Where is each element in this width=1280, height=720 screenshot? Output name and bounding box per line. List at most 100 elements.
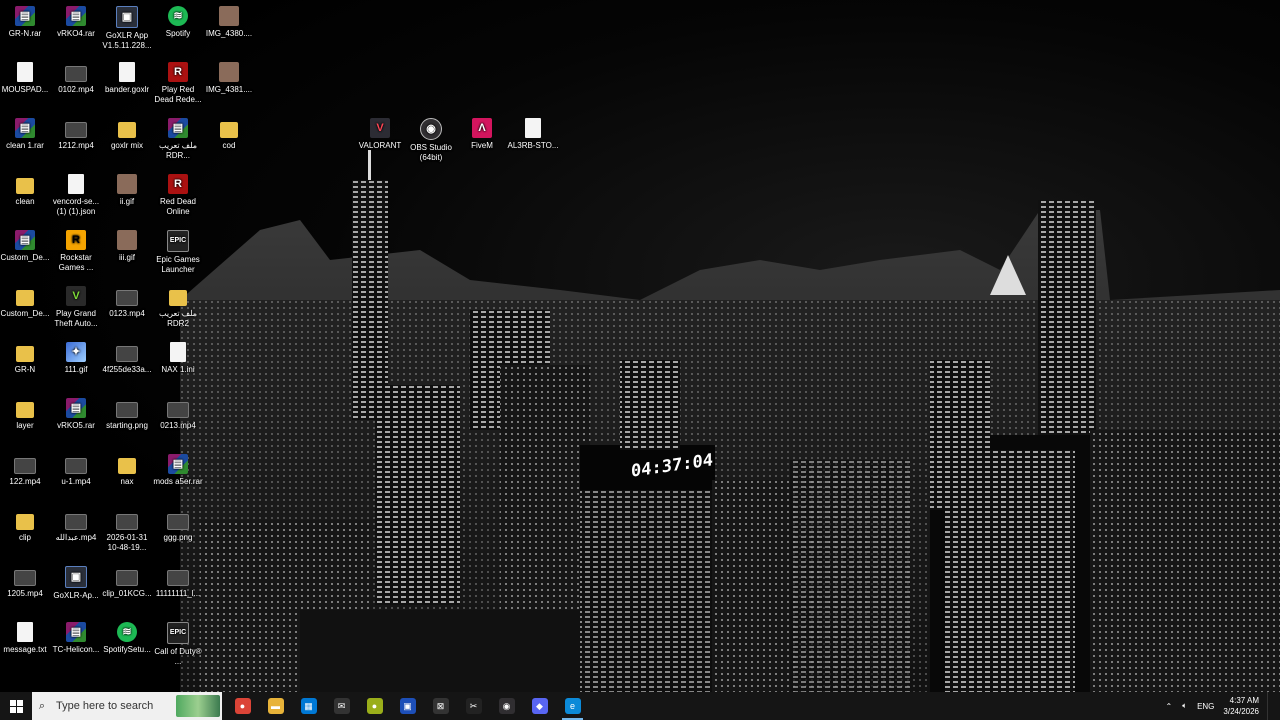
taskbar-capcut-button[interactable]: ✂ <box>457 692 490 720</box>
desktop-icon[interactable]: 0123.mp4 <box>101 282 153 319</box>
desktop-icon[interactable]: ▤ clean 1.rar <box>0 114 51 151</box>
taskbar-file-explorer-button[interactable]: ▬ <box>259 692 292 720</box>
taskbar-app-green-button[interactable]: ● <box>358 692 391 720</box>
desktop-icon[interactable]: R Rockstar Games ... <box>50 226 102 273</box>
desktop-icon[interactable]: starting.png <box>101 394 153 431</box>
desktop-icon[interactable]: Custom_De... <box>0 282 51 319</box>
folder-file-icon <box>220 122 238 138</box>
desktop-icon-label: GR-N <box>14 365 36 374</box>
desktop-icon-label: GoXLR App V1.5.11.228... <box>102 31 152 50</box>
desktop-icon[interactable]: clip <box>0 506 51 543</box>
taskbar-app-blue-button[interactable]: ▣ <box>391 692 424 720</box>
desktop-icon[interactable]: ≋ SpotifySetu... <box>101 618 153 655</box>
desktop-icon[interactable]: Λ FiveM <box>456 114 508 151</box>
vid-file-icon <box>116 402 138 418</box>
mail-icon: ✉ <box>333 698 350 714</box>
desktop-icon[interactable]: bander.goxlr <box>101 58 153 95</box>
desktop-icon[interactable]: ii.gif <box>101 170 153 207</box>
desktop-icon[interactable]: ▤ Custom_De... <box>0 226 51 263</box>
taskbar-mail-button[interactable]: ✉ <box>325 692 358 720</box>
desktop-icon[interactable]: ملف تعريب RDR2 <box>152 282 204 329</box>
desktop-icon[interactable]: nax <box>101 450 153 487</box>
taskbar-chrome-button[interactable]: ● <box>226 692 259 720</box>
desktop-icon[interactable]: 1205.mp4 <box>0 562 51 599</box>
desktop-icon[interactable]: u-1.mp4 <box>50 450 102 487</box>
rar-file-icon: ▤ <box>66 622 86 642</box>
desktop-icon[interactable]: 1212.mp4 <box>50 114 102 151</box>
desktop-icon-label: vencord-se... (1) (1).json <box>52 197 100 216</box>
desktop-icon[interactable]: R Play Red Dead Rede... <box>152 58 204 105</box>
desktop-icon-label: IMG_4381.... <box>205 85 253 94</box>
desktop-icon[interactable]: 11111111_l... <box>152 562 204 599</box>
desktop-icon[interactable]: ▤ mods a5er.rar <box>152 450 204 487</box>
desktop-icon[interactable]: ▤ vRKO4.rar <box>50 2 102 39</box>
desktop-icon[interactable]: ▤ GR-N.rar <box>0 2 51 39</box>
desktop-icon[interactable]: layer <box>0 394 51 431</box>
desktop-icon[interactable]: MOUSPAD... <box>0 58 51 95</box>
img-thumb-file-icon <box>117 174 137 194</box>
folder-file-icon <box>118 122 136 138</box>
chevron-up-icon[interactable]: ⌃ <box>1161 702 1178 711</box>
desktop-icon-label: vRKO4.rar <box>57 29 95 38</box>
desktop-icon[interactable]: GR-N <box>0 338 51 375</box>
desktop-icon[interactable]: 0102.mp4 <box>50 58 102 95</box>
show-desktop-button[interactable] <box>1267 692 1280 720</box>
taskbar-xbox-button[interactable]: ⊠ <box>424 692 457 720</box>
desktop-icon[interactable]: ▣ GoXLR App V1.5.11.228... <box>101 2 153 51</box>
desktop-icon-label: Custom_De... <box>0 309 50 318</box>
desktop-icon[interactable]: EPIC Call of Duty® ... <box>152 618 204 667</box>
desktop-icon[interactable]: ▤ TC-Helicon... <box>50 618 102 655</box>
desktop-icon[interactable]: V Play Grand Theft Auto... <box>50 282 102 329</box>
desktop-icon[interactable]: R Red Dead Online <box>152 170 204 217</box>
valorant-icon: V <box>370 118 390 138</box>
desktop-icon[interactable]: vencord-se... (1) (1).json <box>50 170 102 217</box>
desktop-icon[interactable]: IMG_4380.... <box>203 2 255 39</box>
desktop-icon[interactable]: 122.mp4 <box>0 450 51 487</box>
desktop-icon[interactable]: ◉ OBS Studio (64bit) <box>405 114 457 163</box>
desktop-icon[interactable]: clip_01KCG... <box>101 562 153 599</box>
desktop-icon-label: TC-Helicon... <box>52 645 100 654</box>
folder-file-icon <box>118 458 136 474</box>
desktop-icon[interactable]: V VALORANT <box>354 114 406 151</box>
taskbar-search-box[interactable]: ⌕ Type here to search <box>32 692 222 720</box>
vid-file-icon <box>116 290 138 306</box>
desktop-icon[interactable]: iii.gif <box>101 226 153 263</box>
desktop-icon[interactable]: NAX 1.ini <box>152 338 204 375</box>
desktop-icon[interactable]: cod <box>203 114 255 151</box>
desktop-icon[interactable]: 4f255de33a... <box>101 338 153 375</box>
desktop-icon-label: 0102.mp4 <box>58 85 94 94</box>
desktop-icon[interactable]: AL3RB-STO... <box>507 114 559 151</box>
desktop-icon-label: 122.mp4 <box>9 477 41 486</box>
desktop-icon[interactable]: 2026-01-31 10-48-19... <box>101 506 153 553</box>
taskbar-edge-button[interactable]: e <box>556 692 589 720</box>
obs-icon: ◉ <box>498 698 515 714</box>
desktop-icon[interactable]: 0213.mp4 <box>152 394 204 431</box>
language-indicator[interactable]: ENG <box>1192 702 1219 711</box>
desktop-icon[interactable]: ▤ vRKO5.rar <box>50 394 102 431</box>
desktop-icon[interactable]: goxlr mix <box>101 114 153 151</box>
desktop-icon[interactable]: ≋ Spotify <box>152 2 204 39</box>
desktop-icon[interactable]: عبدالله.mp4 <box>50 506 102 543</box>
desktop-icon[interactable]: ▤ ملف تعريب RDR... <box>152 114 204 161</box>
img-thumb-file-icon <box>219 6 239 26</box>
taskbar-microsoft-store-button[interactable]: ▦ <box>292 692 325 720</box>
desktop-icon[interactable]: ggg.png <box>152 506 204 543</box>
desktop-icon[interactable]: IMG_4381.... <box>203 58 255 95</box>
folder-file-icon <box>169 290 187 306</box>
chrome-icon: ● <box>234 698 251 714</box>
desktop-icon[interactable]: message.txt <box>0 618 51 655</box>
start-button[interactable] <box>0 692 32 720</box>
desktop-icon-label: عبدالله.mp4 <box>55 533 97 542</box>
desktop-icon[interactable]: ✦ 111.gif <box>50 338 102 375</box>
desktop-icon[interactable]: ▣ GoXLR-Ap... <box>50 562 102 601</box>
file-explorer-icon: ▬ <box>267 698 284 714</box>
taskbar-obs-button[interactable]: ◉ <box>490 692 523 720</box>
taskbar-discord-button[interactable]: ◆ <box>523 692 556 720</box>
desktop-icon[interactable]: EPIC Epic Games Launcher <box>152 226 204 275</box>
taskbar-clock[interactable]: 4:37 AM 3/24/2026 <box>1219 695 1267 717</box>
desktop-icon[interactable]: clean <box>0 170 51 207</box>
desktop-icon-label: u-1.mp4 <box>61 477 91 486</box>
volume-icon[interactable]: 🔈︎ <box>1177 701 1192 711</box>
desktop-icon-label: NAX 1.ini <box>161 365 195 374</box>
folder-file-icon <box>16 290 34 306</box>
